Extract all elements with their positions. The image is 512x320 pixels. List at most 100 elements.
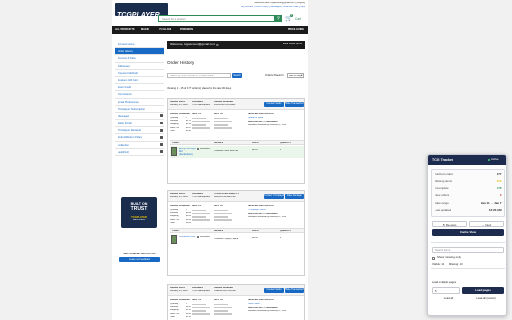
external-link-icon xyxy=(160,114,163,118)
tracker-header: TCG Tracker Active xyxy=(428,155,506,165)
sidebar-item-store-credit[interactable]: Store Credit xyxy=(115,84,164,92)
sidebar-item-payment-methods[interactable]: Payment Methods xyxy=(115,70,164,77)
item-review-note: Reviewed xyxy=(200,148,210,150)
address-line-redacted xyxy=(214,117,228,120)
address-line-redacted xyxy=(214,124,228,126)
viewing-count: Viewing 1 - 15 of 177 order(s) placed in… xyxy=(167,87,232,90)
reviewed-checkbox[interactable] xyxy=(197,236,200,239)
summary-row-label: Total xyxy=(170,129,175,132)
sidebar-item-addresses[interactable]: Addresses xyxy=(115,63,164,70)
logo-text: TCGPLAYER xyxy=(117,12,160,19)
page-count-input[interactable]: 5 xyxy=(432,287,460,294)
address-line-redacted xyxy=(192,209,206,212)
rate-button[interactable]: Rate Package xyxy=(285,194,304,199)
page-count-value: 5 xyxy=(435,289,437,293)
sidebar-item-permissions[interactable]: Permissions xyxy=(115,91,164,99)
address-line-redacted xyxy=(192,303,206,306)
address-line-redacted xyxy=(192,120,210,123)
order-bill-label: BILL TO xyxy=(214,299,223,301)
sidebar-item-label: Store Credit xyxy=(117,86,132,90)
sidebar-item-tcgplayer-rewards[interactable]: TCGplayer Rewards xyxy=(115,127,164,135)
tracker-stat-value: Jan 11 → Jan 7 xyxy=(480,201,502,205)
order-search-input[interactable]: Search by Order Number or Product Name xyxy=(167,73,231,78)
item-price: $1.25 xyxy=(252,149,258,151)
sidebar-item-help-faq[interactable]: Help/FAQ xyxy=(115,149,164,156)
sidebar-item-collection[interactable]: Collection xyxy=(115,142,164,149)
load-all-recent-button[interactable]: Load all (recent) xyxy=(468,297,504,300)
tracker-title: TCG Tracker xyxy=(432,158,454,162)
browser-viewport: TCGPLAYER.com Welcome back, tcgaccount@g… xyxy=(0,0,512,320)
reviewed-checkbox[interactable] xyxy=(197,148,200,151)
sidebar-item-email-preferences[interactable]: Email Preferences xyxy=(115,99,164,106)
card-thumbnail[interactable] xyxy=(171,147,177,156)
order-number: A6D2C0-9F41E3-5B7C2 xyxy=(214,196,236,198)
seller-name[interactable]: Shade of Rose xyxy=(248,117,263,120)
rate-button[interactable]: Rate Transaction xyxy=(285,288,304,293)
item-name[interactable]: Ebony, the Night Rot (Deckmaster) xyxy=(179,148,196,157)
mail-icon[interactable]: ✉ xyxy=(216,43,219,47)
contact-button[interactable]: Contact TCGplayer xyxy=(264,194,284,199)
nav-item-yugioh[interactable]: YU-GI-OH! xyxy=(159,28,171,31)
rescan-button[interactable]: ↻ Re-scan xyxy=(432,221,467,227)
sidebar-item-order-history[interactable]: Order History xyxy=(115,48,164,56)
order-shipped-label: SHIPPED AND SOLD BY xyxy=(248,205,275,207)
nav-item-pokemon[interactable]: POKEMON xyxy=(180,28,193,31)
item-search-placeholder: Search items... xyxy=(435,249,453,253)
search-field[interactable]: Search for a product xyxy=(158,15,275,22)
sidebar-item-account-home[interactable]: Account Home xyxy=(115,41,164,49)
nav-price-guide[interactable]: PRICE GUIDE xyxy=(288,28,304,31)
order-number: C3E8A1-2D7F90-6B4C1 xyxy=(214,290,236,292)
summary-row-value: $0.07 xyxy=(186,221,192,224)
feedback-button[interactable]: Leave us Feedback xyxy=(119,257,160,262)
order-ship-label: SHIP TO xyxy=(192,299,202,301)
order-summary-label: ORDER SUMMARY xyxy=(170,205,191,207)
item-qty: 1 xyxy=(280,149,282,151)
seller-name[interactable]: TCGplayer Direct xyxy=(248,209,266,212)
nav-item-magic[interactable]: MAGIC xyxy=(141,28,149,31)
address-line-redacted xyxy=(214,306,232,309)
nav-item-all-products[interactable]: ALL PRODUCTS xyxy=(115,28,135,31)
sidebar-item-redeem-gift-card[interactable]: Redeem Gift Card xyxy=(115,77,164,85)
search-button[interactable]: ⚲ xyxy=(275,15,282,22)
orders-placed-select[interactable]: Last 30 days ▾ xyxy=(287,72,304,78)
order-bill-label: BILL TO xyxy=(214,205,223,207)
show-missing-checkbox[interactable] xyxy=(432,256,435,260)
external-link-icon xyxy=(160,136,163,139)
account-links[interactable]: My Account | Order History | Messages | … xyxy=(221,6,305,9)
account-sidebar: Account Home Order History Account & Data A… xyxy=(115,41,164,262)
sidebar-item-label: Messages xyxy=(117,114,130,118)
sidebar-item-refund-return-policy[interactable]: Refund/Return Policy xyxy=(115,134,164,142)
address-line-redacted xyxy=(192,127,210,129)
item-search-input[interactable]: Search items... xyxy=(432,247,504,253)
address-line-redacted xyxy=(192,219,210,221)
cart-link[interactable]: 🛒 0 Cart xyxy=(284,14,304,23)
search-placeholder: Search for a product xyxy=(162,17,186,21)
sidebar-item-seller-portal[interactable]: Seller Portal xyxy=(115,120,164,128)
sidebar-item-label: Account Home xyxy=(117,43,135,46)
sidebar-item-messages[interactable]: Messages xyxy=(115,113,164,121)
order-shipped-label: SHIPPED AND SOLD BY xyxy=(248,299,275,301)
item-name[interactable]: Contested Cliffs xyxy=(179,236,196,239)
load-pages-button[interactable]: Load pages xyxy=(462,287,504,294)
shipping-note: Standard: delivered by February 11, 2026 xyxy=(248,216,287,218)
contact-button[interactable]: Contact Seller xyxy=(264,102,284,107)
sidebar-item-tcgplayer-subscription[interactable]: TCGplayer Subscription xyxy=(115,106,164,113)
seller-name[interactable]: Card Haven xyxy=(248,303,260,306)
next-button[interactable]: → Next xyxy=(469,221,504,227)
card-thumbnail[interactable] xyxy=(171,235,177,244)
contact-button[interactable]: Contact Seller xyxy=(264,288,284,293)
order-channel: TCG Marketplace xyxy=(192,290,210,292)
sidebar-item-account-data[interactable]: Account & Data xyxy=(115,55,164,63)
load-all-button[interactable]: Load all xyxy=(432,297,465,300)
rate-button[interactable]: Rate Transaction xyxy=(285,102,304,107)
cache-view-button[interactable]: Cache View xyxy=(432,229,504,236)
items-col-qty: QUANTITY xyxy=(280,230,292,233)
trust-badge-line2: TRUST xyxy=(130,206,148,213)
summary-row-value: $2.69 xyxy=(186,129,192,132)
order-search-button[interactable]: Search xyxy=(232,73,242,78)
order-date: January 25, 2026 xyxy=(170,290,188,292)
site-header: TCGPLAYER.com Welcome back, tcgaccount@g… xyxy=(112,0,308,26)
order-card: ORDER DATE January 25, 2026 CHANNEL TCG Mar… xyxy=(167,190,305,276)
tracker-stat-label: Date range xyxy=(434,201,449,205)
address-line-redacted xyxy=(214,212,232,215)
